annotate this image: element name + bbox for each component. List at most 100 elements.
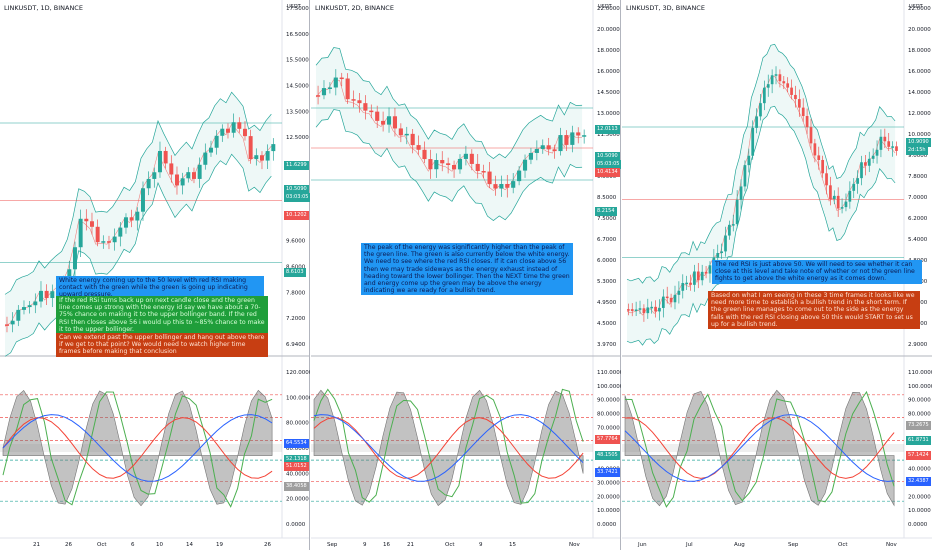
- chart-panel-1d[interactable]: 17.5000 16.5000 15.5000 14.5000 13.5000 12.50…: [0, 0, 310, 550]
- price-tag: 12.0113: [595, 125, 620, 134]
- annotation-note[interactable]: If the red RSi turns back up on next can…: [56, 296, 268, 335]
- candle-body: [681, 283, 685, 291]
- price-tick-label: 7.0000: [908, 195, 928, 201]
- price-tag: 8.6103: [284, 268, 306, 277]
- candle-body: [158, 150, 162, 173]
- date-label: Oct: [838, 542, 848, 548]
- candle-body: [163, 150, 168, 164]
- candle-body: [357, 100, 362, 104]
- candle-body: [522, 159, 528, 171]
- candle-body: [369, 110, 374, 113]
- candle-body: [118, 227, 123, 237]
- candle-body: [766, 84, 770, 88]
- candle-body: [499, 183, 504, 189]
- date-label: Jun: [638, 542, 647, 548]
- candle-body: [825, 173, 828, 186]
- candle-body: [895, 146, 898, 151]
- candle-body: [677, 290, 681, 295]
- candle-body: [260, 155, 264, 161]
- date-label: Oct: [445, 542, 455, 548]
- candle-body: [73, 247, 77, 270]
- chart-canvas-1d[interactable]: 17.500016.500015.500014.500013.500012.50…: [0, 0, 310, 550]
- candle-body: [534, 148, 539, 153]
- oscillator-tag: 38.4058: [284, 482, 309, 491]
- price-tick-label: 7.8000: [908, 174, 928, 180]
- price-tag: 03:03:05: [284, 193, 310, 202]
- candle-body: [836, 195, 840, 209]
- candle-body: [693, 271, 696, 285]
- oscillator-tick-label: 120.0000: [286, 370, 310, 376]
- candle-body: [475, 163, 480, 172]
- candle-body: [630, 309, 634, 311]
- price-tick-label: 4.9500: [597, 300, 617, 306]
- candle-body: [339, 77, 344, 80]
- candle-body: [564, 135, 569, 145]
- candle-body: [743, 165, 747, 187]
- candle-body: [44, 290, 49, 299]
- candle-body: [271, 144, 276, 152]
- oscillator-tick-label: 110.0000: [908, 370, 932, 376]
- candle-body: [469, 153, 474, 164]
- annotation-note[interactable]: Can we extend past the upper bollinger a…: [56, 333, 268, 357]
- candle-body: [654, 306, 657, 312]
- annotation-note[interactable]: The peak of the energy was significantly…: [361, 243, 573, 296]
- chart-panel-3d[interactable]: 22.0000 20.0000 18.0000 16.0000 14.0000 12.00…: [622, 0, 932, 550]
- candle-body: [817, 155, 821, 160]
- candle-body: [739, 186, 743, 200]
- price-tick-label: 16.5000: [286, 32, 309, 38]
- candle-body: [392, 116, 398, 129]
- candle-body: [558, 135, 563, 152]
- candle-body: [821, 159, 825, 174]
- date-label: Aug: [734, 542, 745, 548]
- price-tick-label: 18.0000: [908, 48, 931, 54]
- candle-body: [452, 164, 457, 170]
- candle-body: [576, 132, 581, 136]
- price-tick-label: 3.9700: [597, 342, 617, 348]
- price-tick-label: 7.8000: [286, 290, 306, 296]
- oscillator-tick-label: 0.0000: [597, 522, 617, 528]
- candle-body: [570, 132, 575, 145]
- price-tick-label: 13.0000: [597, 111, 620, 117]
- price-tick-label: 16.0000: [908, 69, 931, 75]
- candle-body: [517, 170, 522, 182]
- candle-body: [404, 133, 409, 136]
- price-tick-label: 8.5000: [597, 195, 617, 201]
- candle-body: [528, 152, 534, 160]
- oscillator-tag: 32.4387: [906, 477, 931, 486]
- candle-body: [627, 309, 630, 311]
- candle-body: [665, 296, 669, 299]
- date-label: 21: [33, 542, 40, 548]
- candle-body: [704, 271, 708, 274]
- oscillator-tick-label: 20.0000: [286, 497, 309, 503]
- annotation-note[interactable]: Based on what I am seeing in these 3 tim…: [708, 291, 920, 330]
- candle-body: [265, 151, 270, 161]
- date-label: 9: [363, 542, 367, 548]
- date-label: 26: [264, 542, 271, 548]
- price-tick-label: 2.9000: [908, 342, 928, 348]
- price-tick-label: 6.0000: [597, 258, 617, 264]
- date-label: 10: [156, 542, 163, 548]
- oscillator-tick-label: 20.0000: [908, 494, 931, 500]
- oscillator-tick-label: 70.0000: [597, 425, 620, 431]
- annotation-note[interactable]: The red RSI is just above 50. We will ne…: [712, 260, 922, 284]
- oscillator-tick-label: 30.0000: [597, 481, 620, 487]
- candle-body: [511, 181, 516, 188]
- candle-body: [243, 128, 247, 137]
- candle-body: [10, 320, 15, 325]
- candle-body: [661, 296, 665, 308]
- candle-body: [696, 271, 700, 281]
- candle-body: [5, 324, 9, 326]
- candle-body: [50, 291, 55, 299]
- price-tick-label: 20.0000: [908, 27, 931, 33]
- candle-body: [410, 133, 415, 146]
- candle-body: [192, 172, 196, 179]
- oscillator-tick-label: 10.0000: [908, 508, 931, 514]
- candle-body: [646, 307, 650, 314]
- chart-panel-2d[interactable]: 22.0000 20.0000 18.0000 16.0000 14.5000 13.00…: [311, 0, 621, 550]
- date-label: 9: [479, 542, 483, 548]
- candle-body: [848, 190, 852, 202]
- date-label: Jul: [686, 542, 693, 548]
- candle-body: [381, 120, 386, 125]
- oscillator-tag: 73.2675: [906, 421, 931, 430]
- candle-body: [16, 309, 21, 321]
